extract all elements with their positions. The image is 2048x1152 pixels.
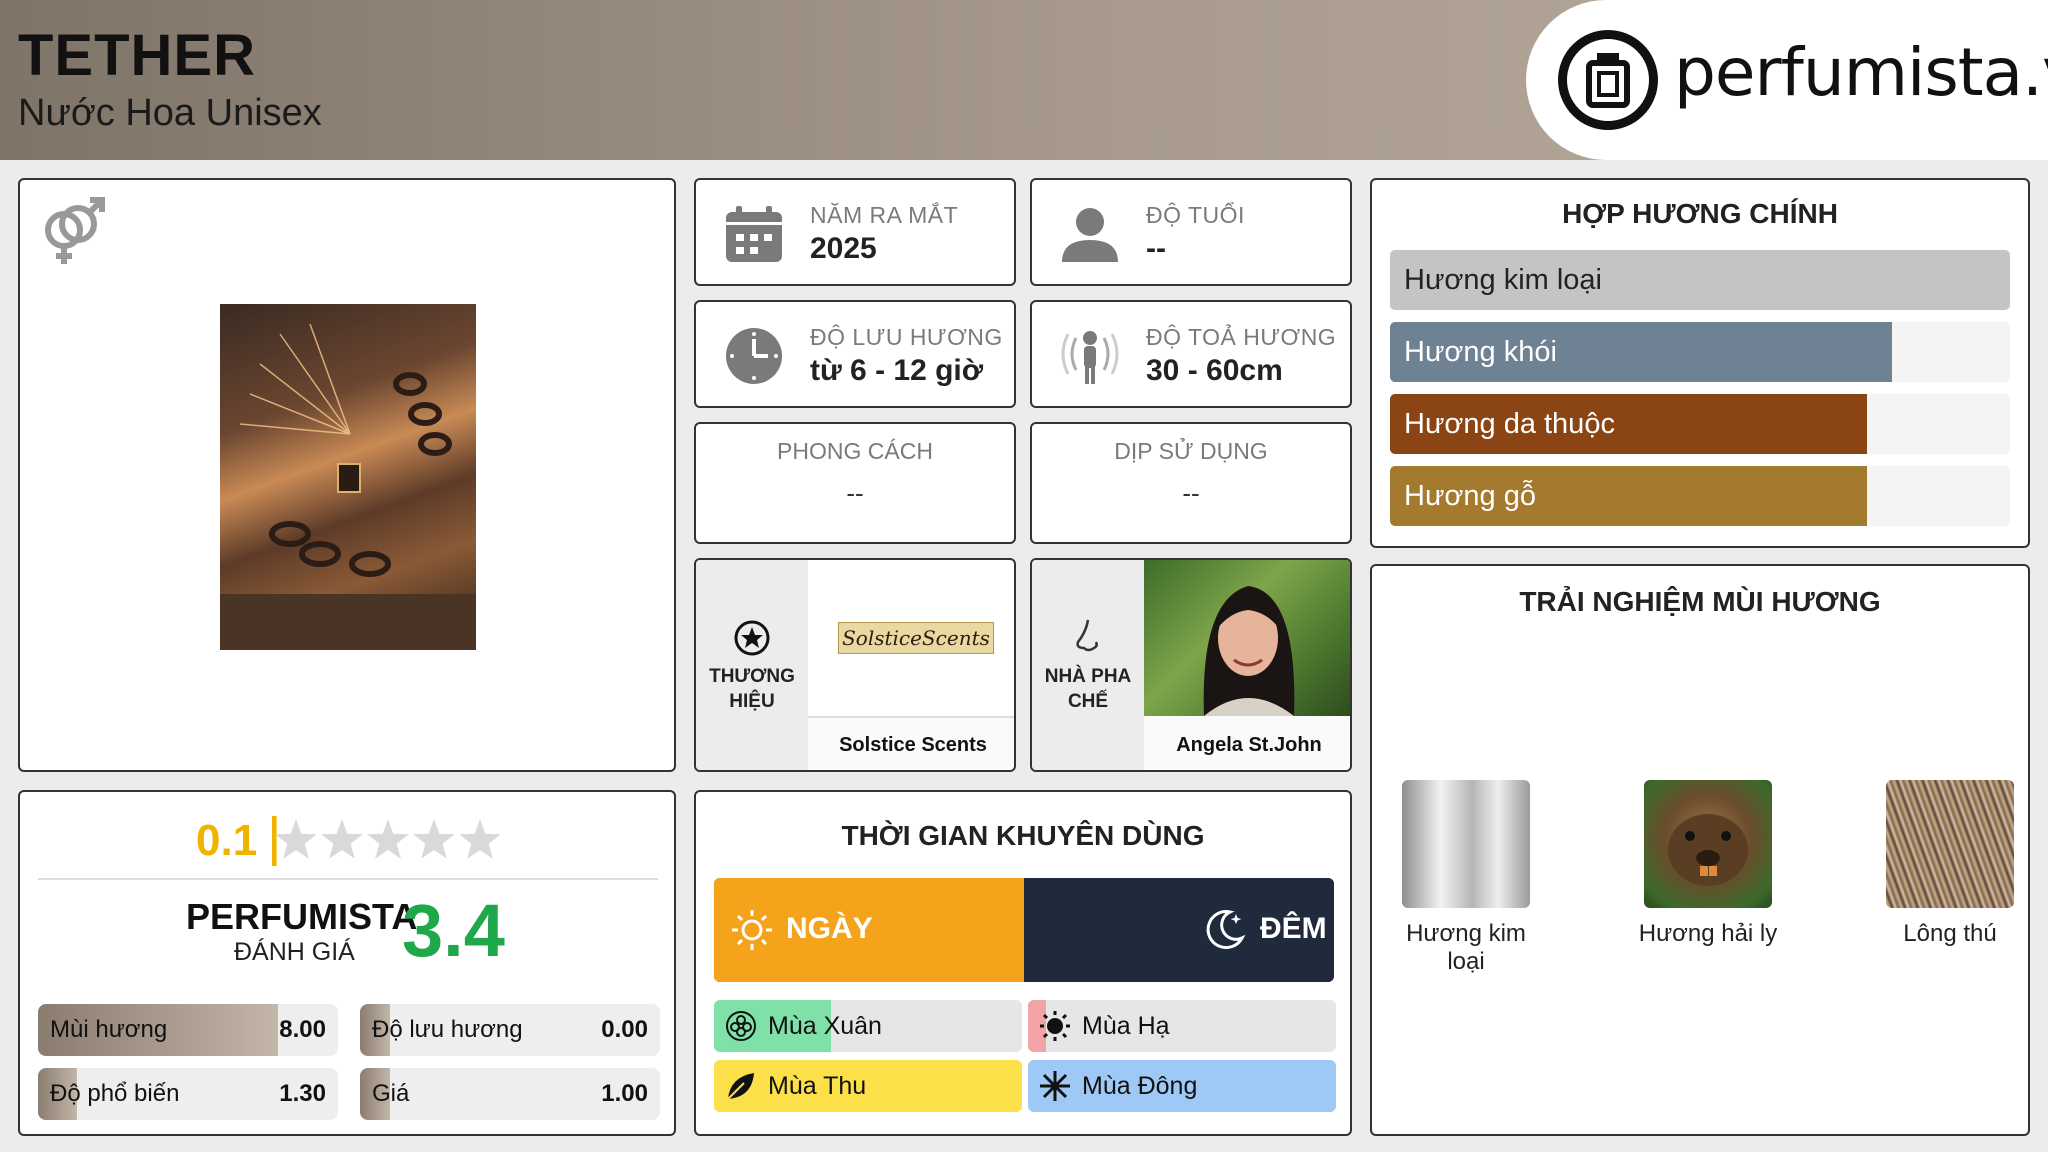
style-card: PHONG CÁCH -- xyxy=(694,422,1016,544)
header-bar: TETHER Nước Hoa Unisex perfumista.vn xyxy=(0,0,2048,160)
unisex-gender-icon xyxy=(45,197,105,264)
occasion-card: DỊP SỬ DỤNG -- xyxy=(1030,422,1352,544)
accord-label: Hương da thuộc xyxy=(1404,408,1615,440)
perfumista-label: PERFUMISTA xyxy=(186,896,418,937)
note-label-castoreum: Hương hải ly xyxy=(1638,920,1778,947)
perfumer-name: Angela St.John xyxy=(1176,734,1322,756)
launch-year-label: NĂM RA MẮT xyxy=(810,202,959,228)
age-label: ĐỘ TUỔI xyxy=(1146,202,1245,228)
star-icon[interactable] xyxy=(367,819,409,859)
product-image-panel xyxy=(18,178,676,772)
occasion-value: -- xyxy=(1182,478,1200,508)
perfumer-label: NHÀ PHA CHẾ xyxy=(1044,666,1132,712)
season-autumn: Mùa Thu xyxy=(714,1060,1022,1112)
main-accords-title: HỢP HƯƠNG CHÍNH xyxy=(1562,198,1838,229)
stat-longevity: Độ lưu hương 0.00 xyxy=(360,1004,660,1056)
logo-text: perfumista.vn xyxy=(1674,34,2048,111)
perfumer-card[interactable]: NHÀ PHA CHẾ Angela St.John xyxy=(1030,558,1352,772)
accord-label: Hương gỗ xyxy=(1404,480,1536,512)
nose-icon xyxy=(1076,619,1098,652)
season-spring: Mùa Xuân xyxy=(714,1000,1022,1052)
perfume-bottle-icon xyxy=(1558,30,1658,130)
product-photo xyxy=(220,304,476,650)
accord-bar: Hương kim loại xyxy=(1390,250,2010,310)
day-night-bar: NGÀY ĐÊM xyxy=(714,878,1334,982)
note-label-animal-fur: Lông thú xyxy=(1903,920,1997,947)
flower-icon xyxy=(726,1011,756,1041)
main-accords-panel: HỢP HƯƠNG CHÍNH Hương kim loại Hương khói… xyxy=(1370,178,2030,548)
recommended-time-title: THỜI GIAN KHUYÊN DÙNG xyxy=(841,820,1205,851)
scent-experience-title: TRẢI NGHIỆM MÙI HƯƠNG xyxy=(1519,586,1881,617)
brand-label: THƯƠNG HIỆU xyxy=(709,666,795,712)
season-winter: Mùa Đông xyxy=(1028,1060,1336,1112)
style-value: -- xyxy=(846,478,864,508)
brand-name: Solstice Scents xyxy=(839,734,987,756)
style-label: PHONG CÁCH xyxy=(777,438,933,464)
rating-stars[interactable] xyxy=(272,816,512,866)
perfumer-photo xyxy=(1144,560,1350,716)
perfumista-score: 3.4 xyxy=(402,889,505,972)
season-summer: Mùa Hạ xyxy=(1028,1000,1336,1052)
note-image-animal-fur[interactable] xyxy=(1886,780,2014,908)
longevity-value: từ 6 - 12 giờ xyxy=(810,354,984,387)
longevity-card: ĐỘ LƯU HƯƠNG từ 6 - 12 giờ xyxy=(694,300,1016,408)
rating-panel: 0.1 PERFUMISTA ĐÁNH GIÁ 3.4 Mùi hương 8.… xyxy=(18,790,676,1136)
moon-icon xyxy=(1206,910,1246,950)
launch-year-value: 2025 xyxy=(810,232,877,265)
star-fill xyxy=(272,816,277,866)
accord-bar: Hương gỗ xyxy=(1390,466,2010,526)
perfume-subtitle: Nước Hoa Unisex xyxy=(18,92,322,134)
note-image-metal[interactable] xyxy=(1402,780,1530,908)
sillage-value: 30 - 60cm xyxy=(1146,354,1283,387)
season-autumn-fill xyxy=(714,1060,1022,1112)
accord-bar: Hương da thuộc xyxy=(1390,394,2010,454)
star-icon[interactable] xyxy=(413,819,455,859)
calendar-icon xyxy=(726,206,782,262)
accord-label: Hương khói xyxy=(1404,336,1557,368)
sun-icon xyxy=(732,910,772,950)
rating-divider xyxy=(38,878,658,880)
clock-icon xyxy=(726,328,782,384)
rating-label: ĐÁNH GIÁ xyxy=(234,938,355,966)
launch-year-card: NĂM RA MẮT 2025 xyxy=(694,178,1016,286)
star-icon[interactable] xyxy=(275,819,317,859)
stat-popularity: Độ phổ biến 1.30 xyxy=(38,1068,338,1120)
star-icon[interactable] xyxy=(459,819,501,859)
leaf-icon xyxy=(727,1073,754,1100)
accord-label: Hương kim loại xyxy=(1404,264,1602,296)
user-score: 0.1 xyxy=(196,816,258,865)
scent-experience-panel: TRẢI NGHIỆM MÙI HƯƠNG Hương kim loại Hươ… xyxy=(1370,564,2030,1136)
star-badge-icon xyxy=(734,620,770,656)
brand-card[interactable]: THƯƠNG HIỆU SolsticeScents Solstice Scen… xyxy=(694,558,1016,772)
note-label-metal: Hương kim loại xyxy=(1406,920,1526,975)
longevity-label: ĐỘ LƯU HƯƠNG xyxy=(810,324,1003,350)
occasion-label: DỊP SỬ DỤNG xyxy=(1114,438,1268,464)
night-label: ĐÊM xyxy=(1260,912,1327,945)
accord-bar: Hương khói xyxy=(1390,322,2010,382)
age-card: ĐỘ TUỔI -- xyxy=(1030,178,1352,286)
site-logo[interactable]: perfumista.vn xyxy=(1526,0,2048,160)
recommended-time-panel: THỜI GIAN KHUYÊN DÙNG NGÀY ĐÊM Mùa Xuân … xyxy=(694,790,1352,1136)
stat-scent: Mùi hương 8.00 xyxy=(38,1004,338,1056)
star-icon[interactable] xyxy=(321,819,363,859)
perfume-title: TETHER xyxy=(18,23,256,88)
brand-logo: SolsticeScents xyxy=(838,622,994,654)
sillage-card: ĐỘ TOẢ HƯƠNG 30 - 60cm xyxy=(1030,300,1352,408)
sun-icon xyxy=(1040,1011,1070,1041)
sillage-person-icon xyxy=(1061,331,1119,384)
stat-price: Giá 1.00 xyxy=(360,1068,660,1120)
snowflake-icon xyxy=(1040,1071,1070,1101)
person-icon xyxy=(1062,208,1118,262)
sillage-label: ĐỘ TOẢ HƯƠNG xyxy=(1146,324,1337,350)
note-image-castoreum[interactable] xyxy=(1644,780,1772,908)
day-label: NGÀY xyxy=(786,912,873,945)
age-value: -- xyxy=(1146,232,1166,265)
